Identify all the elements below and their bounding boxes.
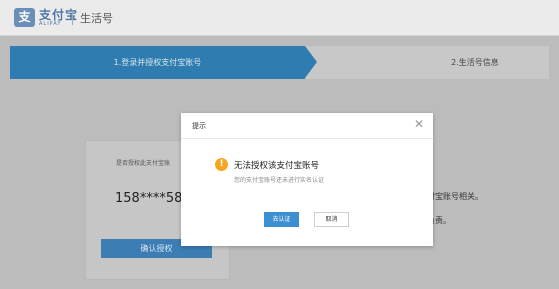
dialog-header: 提示 ✕ xyxy=(181,113,433,139)
authorize-card-title: 是否授权此支付宝账 xyxy=(116,160,171,167)
alipay-logo[interactable]: 支 支付宝 ALIPAY xyxy=(14,8,78,27)
alert-dialog: 提示 ✕ ! 无法授权该支付宝账号 您的支付宝账号还未进行实名认证 去认证 取消 xyxy=(181,113,433,246)
dialog-title: 提示 xyxy=(192,122,206,130)
dialog-message: 无法授权该支付宝账号 xyxy=(234,161,320,171)
header-divider xyxy=(72,12,73,25)
step-account-info: 2.生活号信息 xyxy=(451,58,499,67)
step-login-authorize: 1.登录并授权支付宝账号 xyxy=(10,46,305,79)
progress-steps: 1.登录并授权支付宝账号 2.生活号信息 xyxy=(10,46,549,79)
close-icon[interactable]: ✕ xyxy=(413,118,425,130)
cancel-button[interactable]: 取消 xyxy=(314,212,349,227)
warning-icon: ! xyxy=(215,158,228,171)
section-title: 生活号 xyxy=(80,12,113,25)
masked-phone-number: 158****58 xyxy=(115,191,183,206)
top-bar: 支 支付宝 ALIPAY 生活号 xyxy=(0,0,559,36)
go-verify-button[interactable]: 去认证 xyxy=(264,212,299,227)
alipay-logo-icon: 支 xyxy=(14,8,35,27)
step-arrow xyxy=(305,46,317,78)
dialog-sub-message: 您的支付宝账号还未进行实名认证 xyxy=(234,177,325,184)
